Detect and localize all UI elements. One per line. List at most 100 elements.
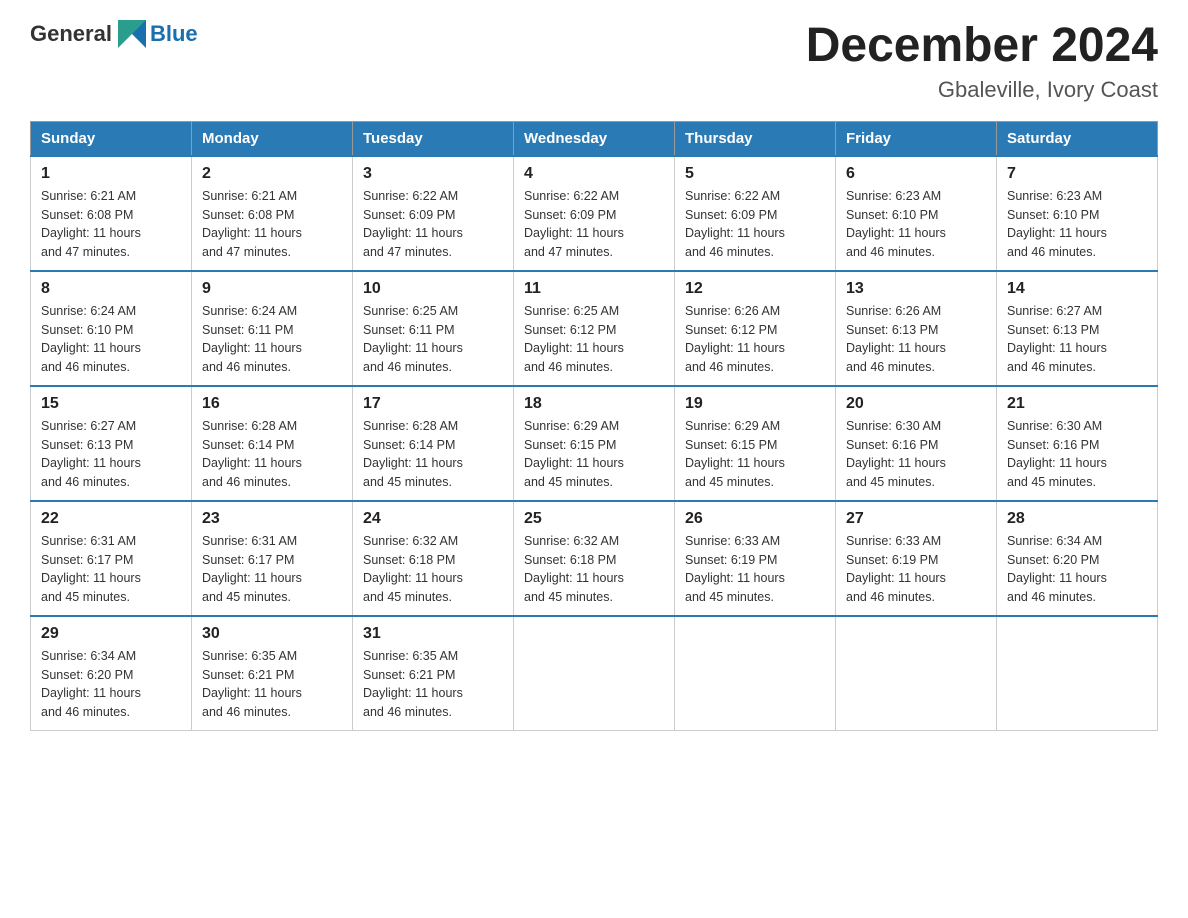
day-info: Sunrise: 6:29 AMSunset: 6:15 PMDaylight:… (524, 417, 664, 492)
calendar-day-cell: 25Sunrise: 6:32 AMSunset: 6:18 PMDayligh… (514, 501, 675, 616)
day-info: Sunrise: 6:24 AMSunset: 6:10 PMDaylight:… (41, 302, 181, 377)
calendar-header-row: SundayMondayTuesdayWednesdayThursdayFrid… (31, 121, 1158, 156)
title-section: December 2024 Gbaleville, Ivory Coast (806, 20, 1158, 103)
day-of-week-header: Saturday (997, 121, 1158, 156)
calendar-week-row: 29 Sunrise: 6:34 AMSunset: 6:20 PMDayligh… (31, 616, 1158, 731)
day-number: 28 (1007, 510, 1147, 528)
day-number: 6 (846, 165, 986, 183)
day-info: Sunrise: 6:25 AMSunset: 6:12 PMDaylight:… (524, 302, 664, 377)
calendar-day-cell: 16 Sunrise: 6:28 AMSunset: 6:14 PMDayligh… (192, 386, 353, 501)
day-info: Sunrise: 6:27 AMSunset: 6:13 PMDaylight:… (41, 417, 181, 492)
day-of-week-header: Monday (192, 121, 353, 156)
day-number: 19 (685, 395, 825, 413)
calendar-day-cell: 30Sunrise: 6:35 AMSunset: 6:21 PMDayligh… (192, 616, 353, 731)
day-number: 27 (846, 510, 986, 528)
day-number: 15 (41, 395, 181, 413)
day-info: Sunrise: 6:26 AMSunset: 6:13 PMDaylight:… (846, 302, 986, 377)
day-info: Sunrise: 6:27 AMSunset: 6:13 PMDaylight:… (1007, 302, 1147, 377)
day-info: Sunrise: 6:34 AMSunset: 6:20 PMDaylight:… (1007, 532, 1147, 607)
day-info: Sunrise: 6:34 AMSunset: 6:20 PMDaylight:… (41, 647, 181, 722)
calendar-day-cell: 10Sunrise: 6:25 AMSunset: 6:11 PMDayligh… (353, 271, 514, 386)
day-number: 4 (524, 165, 664, 183)
day-info: Sunrise: 6:29 AMSunset: 6:15 PMDaylight:… (685, 417, 825, 492)
calendar-day-cell: 13 Sunrise: 6:26 AMSunset: 6:13 PMDayligh… (836, 271, 997, 386)
day-number: 3 (363, 165, 503, 183)
calendar-day-cell: 7 Sunrise: 6:23 AMSunset: 6:10 PMDaylight… (997, 156, 1158, 271)
day-info: Sunrise: 6:32 AMSunset: 6:18 PMDaylight:… (363, 532, 503, 607)
calendar-day-cell (997, 616, 1158, 731)
day-number: 2 (202, 165, 342, 183)
day-info: Sunrise: 6:21 AMSunset: 6:08 PMDaylight:… (202, 187, 342, 262)
day-info: Sunrise: 6:22 AMSunset: 6:09 PMDaylight:… (685, 187, 825, 262)
day-of-week-header: Friday (836, 121, 997, 156)
day-info: Sunrise: 6:31 AMSunset: 6:17 PMDaylight:… (41, 532, 181, 607)
day-number: 25 (524, 510, 664, 528)
day-number: 21 (1007, 395, 1147, 413)
logo-text-blue: Blue (150, 21, 198, 47)
day-number: 8 (41, 280, 181, 298)
calendar-day-cell: 20Sunrise: 6:30 AMSunset: 6:16 PMDayligh… (836, 386, 997, 501)
calendar-week-row: 15 Sunrise: 6:27 AMSunset: 6:13 PMDayligh… (31, 386, 1158, 501)
day-of-week-header: Tuesday (353, 121, 514, 156)
day-info: Sunrise: 6:24 AMSunset: 6:11 PMDaylight:… (202, 302, 342, 377)
day-info: Sunrise: 6:23 AMSunset: 6:10 PMDaylight:… (1007, 187, 1147, 262)
calendar-day-cell: 29 Sunrise: 6:34 AMSunset: 6:20 PMDayligh… (31, 616, 192, 731)
calendar-day-cell: 15 Sunrise: 6:27 AMSunset: 6:13 PMDayligh… (31, 386, 192, 501)
calendar-day-cell (514, 616, 675, 731)
calendar-day-cell: 9 Sunrise: 6:24 AMSunset: 6:11 PMDaylight… (192, 271, 353, 386)
calendar-day-cell: 1 Sunrise: 6:21 AMSunset: 6:08 PMDaylight… (31, 156, 192, 271)
logo: General Blue (30, 20, 198, 48)
day-info: Sunrise: 6:28 AMSunset: 6:14 PMDaylight:… (202, 417, 342, 492)
day-number: 18 (524, 395, 664, 413)
day-info: Sunrise: 6:33 AMSunset: 6:19 PMDaylight:… (846, 532, 986, 607)
calendar-day-cell: 24 Sunrise: 6:32 AMSunset: 6:18 PMDayligh… (353, 501, 514, 616)
logo-icon (118, 20, 146, 48)
day-of-week-header: Wednesday (514, 121, 675, 156)
calendar-day-cell: 19 Sunrise: 6:29 AMSunset: 6:15 PMDayligh… (675, 386, 836, 501)
day-info: Sunrise: 6:33 AMSunset: 6:19 PMDaylight:… (685, 532, 825, 607)
day-number: 31 (363, 625, 503, 643)
calendar-day-cell (836, 616, 997, 731)
calendar-day-cell: 8 Sunrise: 6:24 AMSunset: 6:10 PMDaylight… (31, 271, 192, 386)
day-number: 10 (363, 280, 503, 298)
day-number: 16 (202, 395, 342, 413)
calendar-day-cell: 14Sunrise: 6:27 AMSunset: 6:13 PMDayligh… (997, 271, 1158, 386)
day-number: 17 (363, 395, 503, 413)
day-number: 7 (1007, 165, 1147, 183)
calendar-day-cell: 22 Sunrise: 6:31 AMSunset: 6:17 PMDayligh… (31, 501, 192, 616)
page-header: General Blue December 2024 Gbaleville, I… (30, 20, 1158, 103)
day-number: 22 (41, 510, 181, 528)
day-info: Sunrise: 6:23 AMSunset: 6:10 PMDaylight:… (846, 187, 986, 262)
day-number: 24 (363, 510, 503, 528)
calendar-day-cell: 28 Sunrise: 6:34 AMSunset: 6:20 PMDayligh… (997, 501, 1158, 616)
calendar-week-row: 8 Sunrise: 6:24 AMSunset: 6:10 PMDaylight… (31, 271, 1158, 386)
calendar-day-cell: 31Sunrise: 6:35 AMSunset: 6:21 PMDayligh… (353, 616, 514, 731)
day-number: 23 (202, 510, 342, 528)
day-number: 13 (846, 280, 986, 298)
day-info: Sunrise: 6:30 AMSunset: 6:16 PMDaylight:… (1007, 417, 1147, 492)
calendar-day-cell: 6 Sunrise: 6:23 AMSunset: 6:10 PMDaylight… (836, 156, 997, 271)
calendar-day-cell: 5Sunrise: 6:22 AMSunset: 6:09 PMDaylight… (675, 156, 836, 271)
calendar-week-row: 22 Sunrise: 6:31 AMSunset: 6:17 PMDayligh… (31, 501, 1158, 616)
calendar-day-cell: 12 Sunrise: 6:26 AMSunset: 6:12 PMDayligh… (675, 271, 836, 386)
day-number: 29 (41, 625, 181, 643)
month-title: December 2024 (806, 20, 1158, 73)
calendar-week-row: 1 Sunrise: 6:21 AMSunset: 6:08 PMDaylight… (31, 156, 1158, 271)
calendar-day-cell (675, 616, 836, 731)
calendar-day-cell: 23Sunrise: 6:31 AMSunset: 6:17 PMDayligh… (192, 501, 353, 616)
calendar-day-cell: 21 Sunrise: 6:30 AMSunset: 6:16 PMDayligh… (997, 386, 1158, 501)
calendar-day-cell: 4 Sunrise: 6:22 AMSunset: 6:09 PMDaylight… (514, 156, 675, 271)
day-info: Sunrise: 6:22 AMSunset: 6:09 PMDaylight:… (524, 187, 664, 262)
day-of-week-header: Sunday (31, 121, 192, 156)
day-info: Sunrise: 6:26 AMSunset: 6:12 PMDaylight:… (685, 302, 825, 377)
day-number: 12 (685, 280, 825, 298)
day-number: 1 (41, 165, 181, 183)
day-info: Sunrise: 6:21 AMSunset: 6:08 PMDaylight:… (41, 187, 181, 262)
calendar-day-cell: 26 Sunrise: 6:33 AMSunset: 6:19 PMDayligh… (675, 501, 836, 616)
day-of-week-header: Thursday (675, 121, 836, 156)
calendar-table: SundayMondayTuesdayWednesdayThursdayFrid… (30, 121, 1158, 731)
day-info: Sunrise: 6:30 AMSunset: 6:16 PMDaylight:… (846, 417, 986, 492)
calendar-day-cell: 2 Sunrise: 6:21 AMSunset: 6:08 PMDaylight… (192, 156, 353, 271)
day-number: 9 (202, 280, 342, 298)
day-number: 26 (685, 510, 825, 528)
